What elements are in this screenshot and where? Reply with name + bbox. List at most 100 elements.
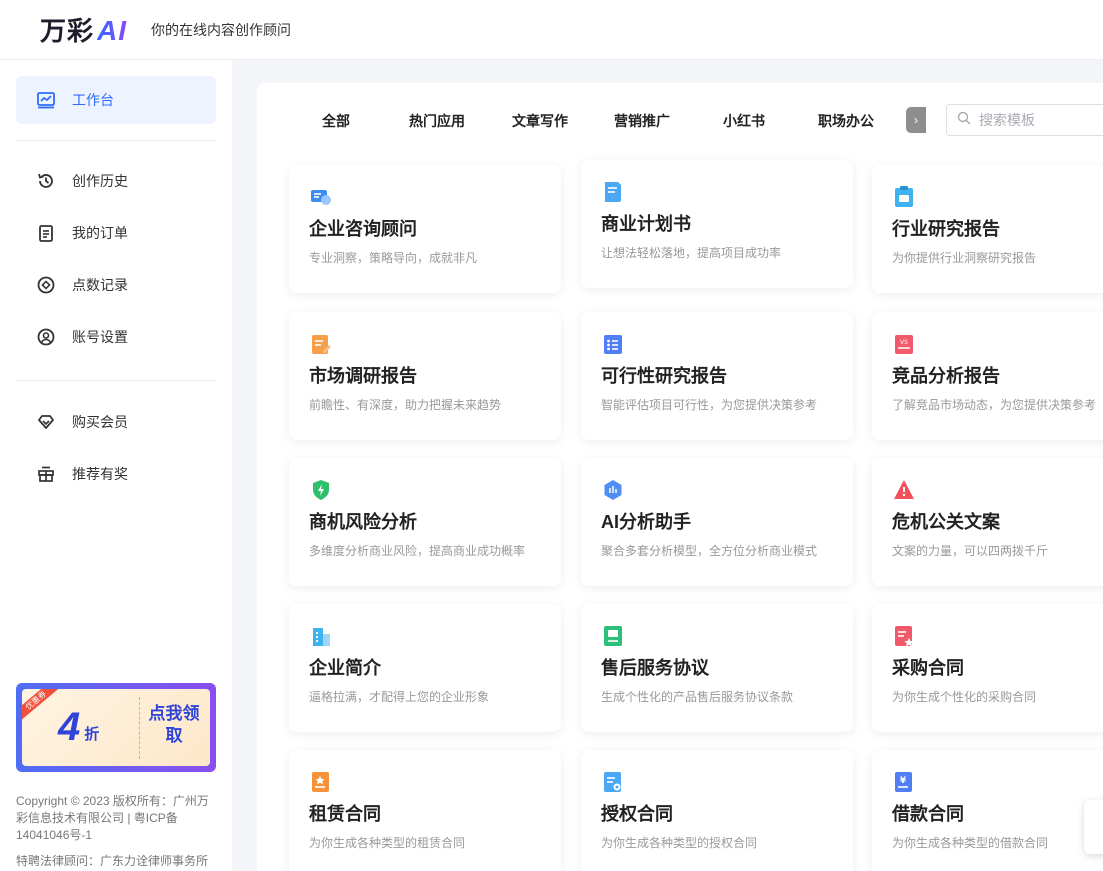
discount-coupon-banner[interactable]: 优惠券 4 折 点我领取 <box>16 683 216 772</box>
card-title: 行业研究报告 <box>892 219 1000 239</box>
card-title: 企业咨询顾问 <box>309 219 417 239</box>
template-card[interactable]: 租赁合同 为你生成各种类型的租赁合同 <box>289 750 561 871</box>
user-circle-icon <box>36 327 56 347</box>
template-card[interactable]: 售后服务协议生成个性化的产品售后服务协议条款 <box>581 604 853 732</box>
template-card[interactable]: AI分析助手聚合多套分析模型，全方位分析商业模式 <box>581 458 853 586</box>
consult-card-icon <box>309 185 333 209</box>
sidebar-item-label: 工作台 <box>72 92 114 108</box>
report-icon <box>892 185 916 209</box>
template-card[interactable]: 企业简介逼格拉满，才配得上您的企业形象 <box>289 604 561 732</box>
logo-ai: AI <box>97 15 128 46</box>
chart-line-icon <box>36 90 56 110</box>
tab-marketing[interactable]: 营销推广 <box>614 111 670 131</box>
tagline: 你的在线内容创作顾问 <box>151 21 292 38</box>
tab-all[interactable]: 全部 <box>322 111 350 131</box>
agreement-icon <box>601 624 625 648</box>
license-contract-icon <box>601 770 625 794</box>
logo-text: 万彩 <box>40 16 95 46</box>
sidebar: 工作台 创作历史 我的订单 点数记录 账号设置 购买会员 推荐有奖 优惠券 4 … <box>0 60 232 871</box>
template-card[interactable]: 商业计划书让想法轻松落地，提高项目成功率 <box>581 160 853 288</box>
sidebar-item-history[interactable]: 创作历史 <box>16 157 216 205</box>
tab-hot-apps[interactable]: 热门应用 <box>409 111 465 131</box>
template-card[interactable]: 企业咨询顾问专业洞察，策略导向，成就非凡 <box>289 165 561 293</box>
coupon-body: 优惠券 4 折 点我领取 <box>22 689 210 766</box>
card-description: 专业洞察，策略导向，成就非凡 <box>309 251 478 265</box>
sidebar-item-label: 推荐有奖 <box>72 466 128 482</box>
sidebar-divider <box>16 140 216 141</box>
card-description: 为你生成个性化的采购合同 <box>892 690 1037 704</box>
card-description: 文案的力量，可以四两拨千斤 <box>892 544 1049 558</box>
template-panel: 全部 热门应用 文章写作 营销推广 小红书 职场办公 › 企业咨询顾问专业洞察，… <box>257 83 1103 871</box>
template-card[interactable]: 行业研究报告为你提供行业洞察研究报告 <box>872 165 1103 293</box>
sidebar-item-label: 购买会员 <box>72 414 128 430</box>
card-description: 了解竞品市场动态，为您提供决策参考 <box>892 398 1097 412</box>
card-title: 危机公关文案 <box>892 512 1000 532</box>
card-description: 聚合多套分析模型，全方位分析商业模式 <box>601 544 818 558</box>
card-title: 市场调研报告 <box>309 366 417 386</box>
coupon-separator <box>139 697 140 759</box>
tabs-scroll-right-button[interactable]: › <box>906 107 926 133</box>
card-title: 商业计划书 <box>601 214 691 234</box>
template-card[interactable]: 市场调研报告前瞻性、有深度，助力把握未来趋势 <box>289 312 561 440</box>
card-title: 企业简介 <box>309 658 381 678</box>
template-card[interactable]: 授权合同为你生成各种类型的授权合同 <box>581 750 853 871</box>
svg-text:¥: ¥ <box>900 776 907 786</box>
clipboard-icon <box>36 223 56 243</box>
history-icon <box>36 171 56 191</box>
top-bar: 万彩 AI 你的在线内容创作顾问 <box>0 0 1103 60</box>
card-title: 售后服务协议 <box>601 658 709 678</box>
card-title: 商机风险分析 <box>309 512 417 532</box>
discount-unit: 折 <box>84 726 100 743</box>
document-icon <box>601 180 625 204</box>
template-card[interactable]: 危机公关文案文案的力量，可以四两拨千斤 <box>872 458 1103 586</box>
sidebar-item-referral[interactable]: 推荐有奖 <box>16 450 216 498</box>
claim-coupon-button[interactable]: 点我领取 <box>146 703 202 747</box>
template-card[interactable]: VS 竞品分析报告了解竞品市场动态，为您提供决策参考 <box>872 312 1103 440</box>
svg-text:VS: VS <box>900 339 908 346</box>
legal-advisor-text: 特聘法律顾问：广东力诠律师事务所 <box>16 854 209 868</box>
tab-office[interactable]: 职场办公 <box>818 111 874 131</box>
card-title: 授权合同 <box>601 804 673 824</box>
coin-icon <box>36 275 56 295</box>
search-box <box>946 104 1103 136</box>
sidebar-divider <box>16 380 216 381</box>
search-icon <box>957 111 979 130</box>
card-title: AI分析助手 <box>601 512 691 532</box>
card-description: 为你提供行业洞察研究报告 <box>892 251 1037 265</box>
sidebar-item-account[interactable]: 账号设置 <box>16 313 216 361</box>
clipboard-edit-icon <box>309 332 333 356</box>
search-input[interactable] <box>979 112 1099 128</box>
card-description: 逼格拉满，才配得上您的企业形象 <box>309 690 490 704</box>
logo[interactable]: 万彩 AI <box>40 11 127 48</box>
card-description: 多维度分析商业风险，提高商业成功概率 <box>309 544 526 558</box>
template-card[interactable]: 可行性研究报告 智能评估项目可行性，为您提供决策参考 <box>581 312 853 440</box>
template-card[interactable]: 采购合同 为你生成个性化的采购合同 <box>872 604 1103 732</box>
sidebar-item-label: 点数记录 <box>72 277 128 293</box>
warning-icon <box>892 478 916 502</box>
gift-icon <box>36 464 56 484</box>
checklist-icon <box>601 332 625 356</box>
template-card[interactable]: ¥ 借款合同为你生成各种类型的借款合同 <box>872 750 1103 871</box>
sidebar-item-label: 创作历史 <box>72 173 128 189</box>
card-title: 借款合同 <box>892 804 964 824</box>
card-description: 前瞻性、有深度，助力把握未来趋势 <box>309 398 502 412</box>
sidebar-item-workbench[interactable]: 工作台 <box>16 76 216 124</box>
card-description: 为你生成各种类型的借款合同 <box>892 836 1049 850</box>
hexagon-chart-icon <box>601 478 625 502</box>
card-description: 生成个性化的产品售后服务协议条款 <box>601 690 794 704</box>
sidebar-item-orders[interactable]: 我的订单 <box>16 209 216 257</box>
building-icon <box>309 624 333 648</box>
sidebar-item-points[interactable]: 点数记录 <box>16 261 216 309</box>
card-description: 为你生成各种类型的授权合同 <box>601 836 758 850</box>
template-card[interactable]: 商机风险分析多维度分析商业风险，提高商业成功概率 <box>289 458 561 586</box>
floating-action-button[interactable] <box>1084 800 1103 854</box>
tab-article-writing[interactable]: 文章写作 <box>512 111 568 131</box>
card-description: 让想法轻松落地，提高项目成功率 <box>601 246 782 260</box>
sidebar-item-label: 我的订单 <box>72 225 128 241</box>
card-title: 竞品分析报告 <box>892 366 1000 386</box>
tab-xiaohongshu[interactable]: 小红书 <box>723 111 765 131</box>
sidebar-item-label: 账号设置 <box>72 329 128 345</box>
card-title: 租赁合同 <box>309 804 381 824</box>
sidebar-item-membership[interactable]: 购买会员 <box>16 398 216 446</box>
card-title: 可行性研究报告 <box>601 366 727 386</box>
